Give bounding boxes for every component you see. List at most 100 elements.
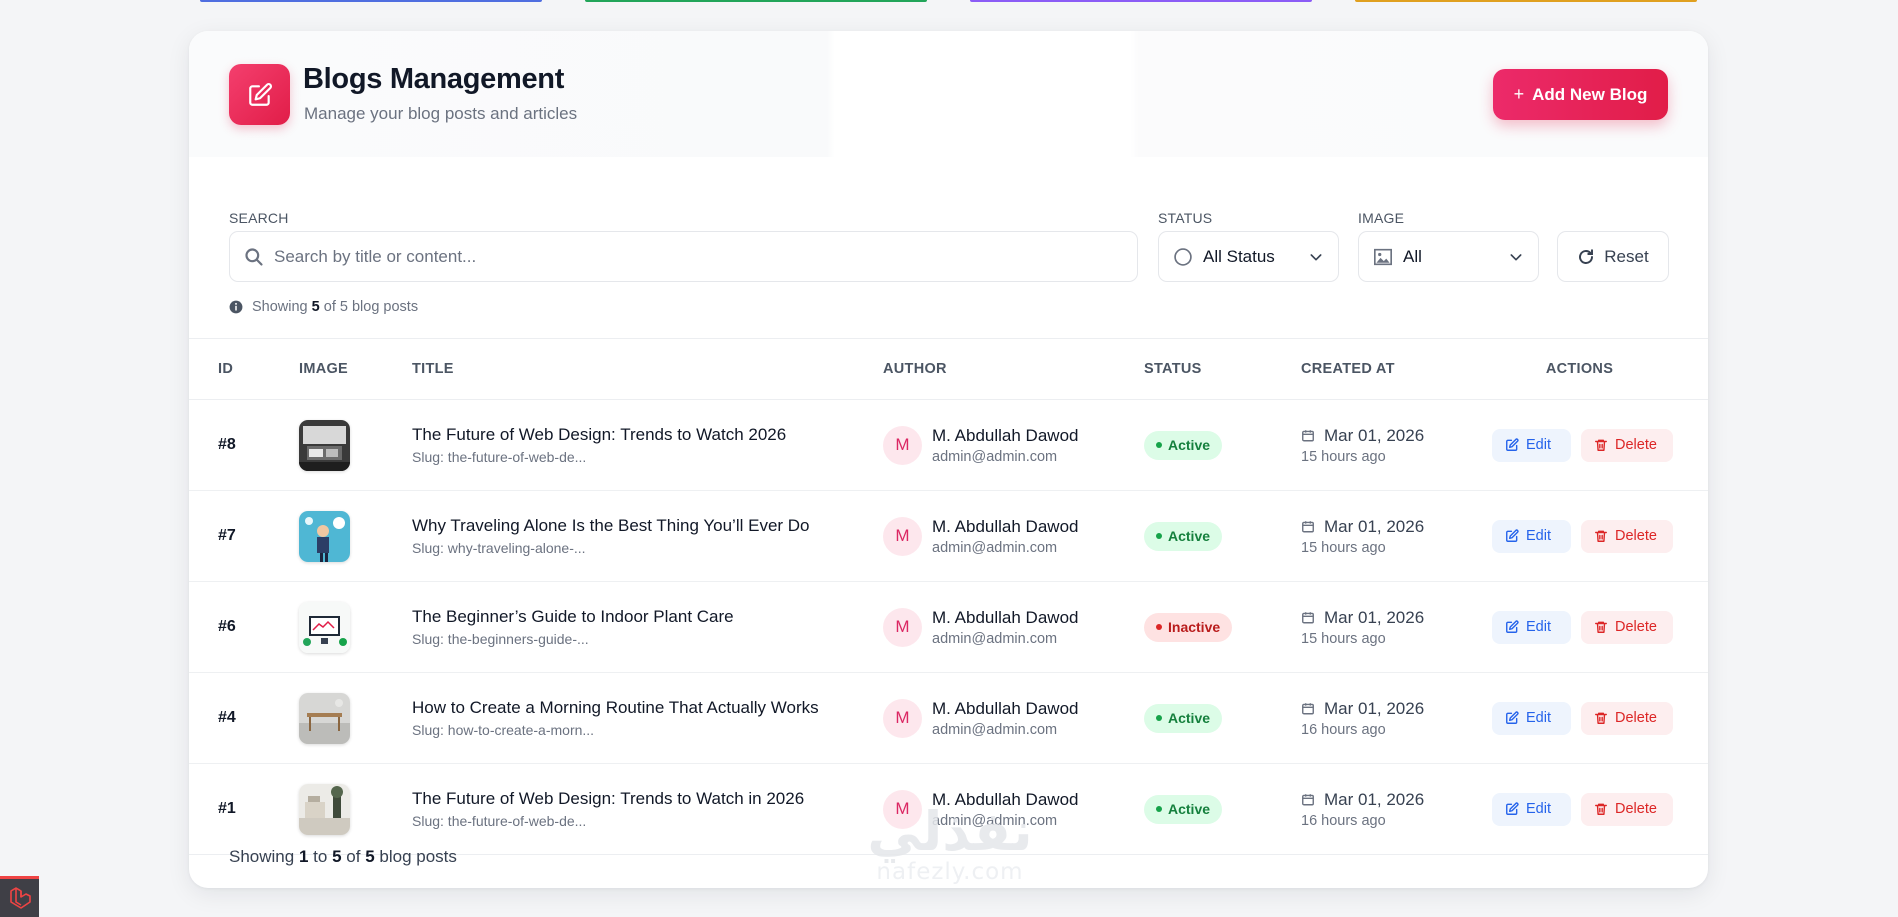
edit-button[interactable]: Edit [1492,519,1571,553]
author-email: admin@admin.com [932,630,1058,647]
footer-prefix: Showing [229,847,295,866]
status-dot-icon [1156,806,1162,812]
author-email: admin@admin.com [932,812,1058,829]
blog-slug: Slug: the-future-of-web-de... [412,449,587,465]
calendar-icon [1302,521,1314,533]
edit-icon [1506,802,1519,815]
delete-label: Delete [1615,710,1657,726]
calendar-icon [1302,794,1314,806]
delete-button[interactable]: Delete [1581,428,1673,462]
created-relative: 16 hours ago [1301,812,1386,829]
add-new-blog-button[interactable]: + Add New Blog [1493,69,1668,120]
status-select[interactable]: All Status [1158,231,1339,282]
status-badge: Inactive [1144,612,1233,642]
edit-icon [1506,529,1519,542]
created-date: Mar 01, 2026 [1324,789,1425,809]
blog-thumbnail[interactable] [299,692,350,744]
row-id: #8 [218,436,236,453]
refresh-icon [1579,248,1594,264]
blog-slug: Slug: the-future-of-web-de... [412,813,587,829]
author-name: M. Abdullah Dawod [932,607,1079,627]
status-text: Active [1168,710,1211,726]
author-email: admin@admin.com [932,721,1058,738]
edit-label: Edit [1526,801,1551,817]
author-email: admin@admin.com [932,539,1058,556]
created-date: Mar 01, 2026 [1324,607,1425,627]
created-date: Mar 01, 2026 [1324,425,1425,445]
edit-button[interactable]: Edit [1492,792,1571,826]
blogs-table: ID IMAGE TITLE AUTHOR STATUS CREATED AT … [189,338,1708,855]
author-cell: M M. Abdullah Dawod admin@admin.com [883,698,1144,738]
edit-button[interactable]: Edit [1492,610,1571,644]
edit-label: Edit [1526,619,1551,635]
avatar: M [883,516,922,556]
image-select[interactable]: All [1358,231,1539,282]
col-actions: ACTIONS [1545,361,1614,377]
blog-title: How to Create a Morning Routine That Act… [412,698,819,717]
blog-thumbnail[interactable] [299,510,350,562]
image-icon [1374,248,1392,265]
blog-title: The Beginner’s Guide to Indoor Plant Car… [412,607,734,626]
edit-square-icon [229,64,290,125]
add-new-blog-label: Add New Blog [1532,84,1648,104]
search-field[interactable] [229,231,1138,282]
calendar-icon [1302,612,1314,624]
created-date: Mar 01, 2026 [1324,698,1425,718]
status-badge: Active [1144,794,1223,824]
trash-icon [1595,712,1607,724]
stat-card-strip-purple [970,0,1312,2]
status-dot-icon [1156,533,1162,539]
summary-shown-count: 5 [311,299,320,315]
summary-prefix: Showing [252,299,308,315]
delete-label: Delete [1615,801,1657,817]
status-dot-icon [1156,715,1162,721]
edit-button[interactable]: Edit [1492,428,1571,462]
blog-thumbnail[interactable] [299,783,350,835]
trash-icon [1595,621,1607,633]
avatar: M [883,698,922,738]
status-text: Active [1168,437,1211,453]
status-text: Inactive [1168,619,1221,635]
summary-suffix: of 5 blog posts [323,299,419,315]
blog-slug: Slug: why-traveling-alone-... [412,540,586,556]
status-dot-icon [1156,624,1162,630]
blog-thumbnail[interactable] [299,419,350,471]
edit-button[interactable]: Edit [1492,701,1571,735]
stat-cards-edge [0,0,1898,4]
status-select-value: All Status [1203,246,1275,266]
blog-thumbnail[interactable] [299,601,350,653]
delete-button[interactable]: Delete [1581,519,1673,553]
delete-button[interactable]: Delete [1581,610,1673,644]
col-author: AUTHOR [883,361,947,377]
plus-icon: + [1513,84,1525,104]
author-cell: M M. Abdullah Dawod admin@admin.com [883,607,1144,647]
chevron-down-icon [1510,253,1522,260]
author-name: M. Abdullah Dawod [932,698,1079,718]
image-select-value: All [1403,246,1422,266]
avatar: M [883,789,922,829]
search-label: SEARCH [229,210,289,226]
table-row: #6 The Beginner’s Guide to Indoor Plant … [189,582,1708,673]
author-name: M. Abdullah Dawod [932,425,1079,445]
edit-label: Edit [1526,528,1551,544]
avatar: M [883,425,922,465]
row-id: #4 [218,709,236,726]
results-summary: Showing 5 of 5 blog posts [229,299,418,315]
created-relative: 15 hours ago [1301,539,1386,556]
trash-icon [1595,439,1607,451]
table-header-row: ID IMAGE TITLE AUTHOR STATUS CREATED AT … [189,338,1708,400]
calendar-icon [1302,703,1314,715]
col-status: STATUS [1144,361,1202,377]
chevron-down-icon [1310,253,1322,260]
trash-icon [1595,803,1607,815]
delete-button[interactable]: Delete [1581,792,1673,826]
calendar-icon [1302,430,1314,442]
footer-total: 5 [365,847,375,866]
reset-button[interactable]: Reset [1557,231,1669,282]
search-input[interactable] [274,246,1124,267]
image-label: IMAGE [1358,210,1405,226]
created-date: Mar 01, 2026 [1324,516,1425,536]
laravel-logo-icon[interactable] [0,876,39,917]
delete-button[interactable]: Delete [1581,701,1673,735]
created-relative: 15 hours ago [1301,448,1386,465]
